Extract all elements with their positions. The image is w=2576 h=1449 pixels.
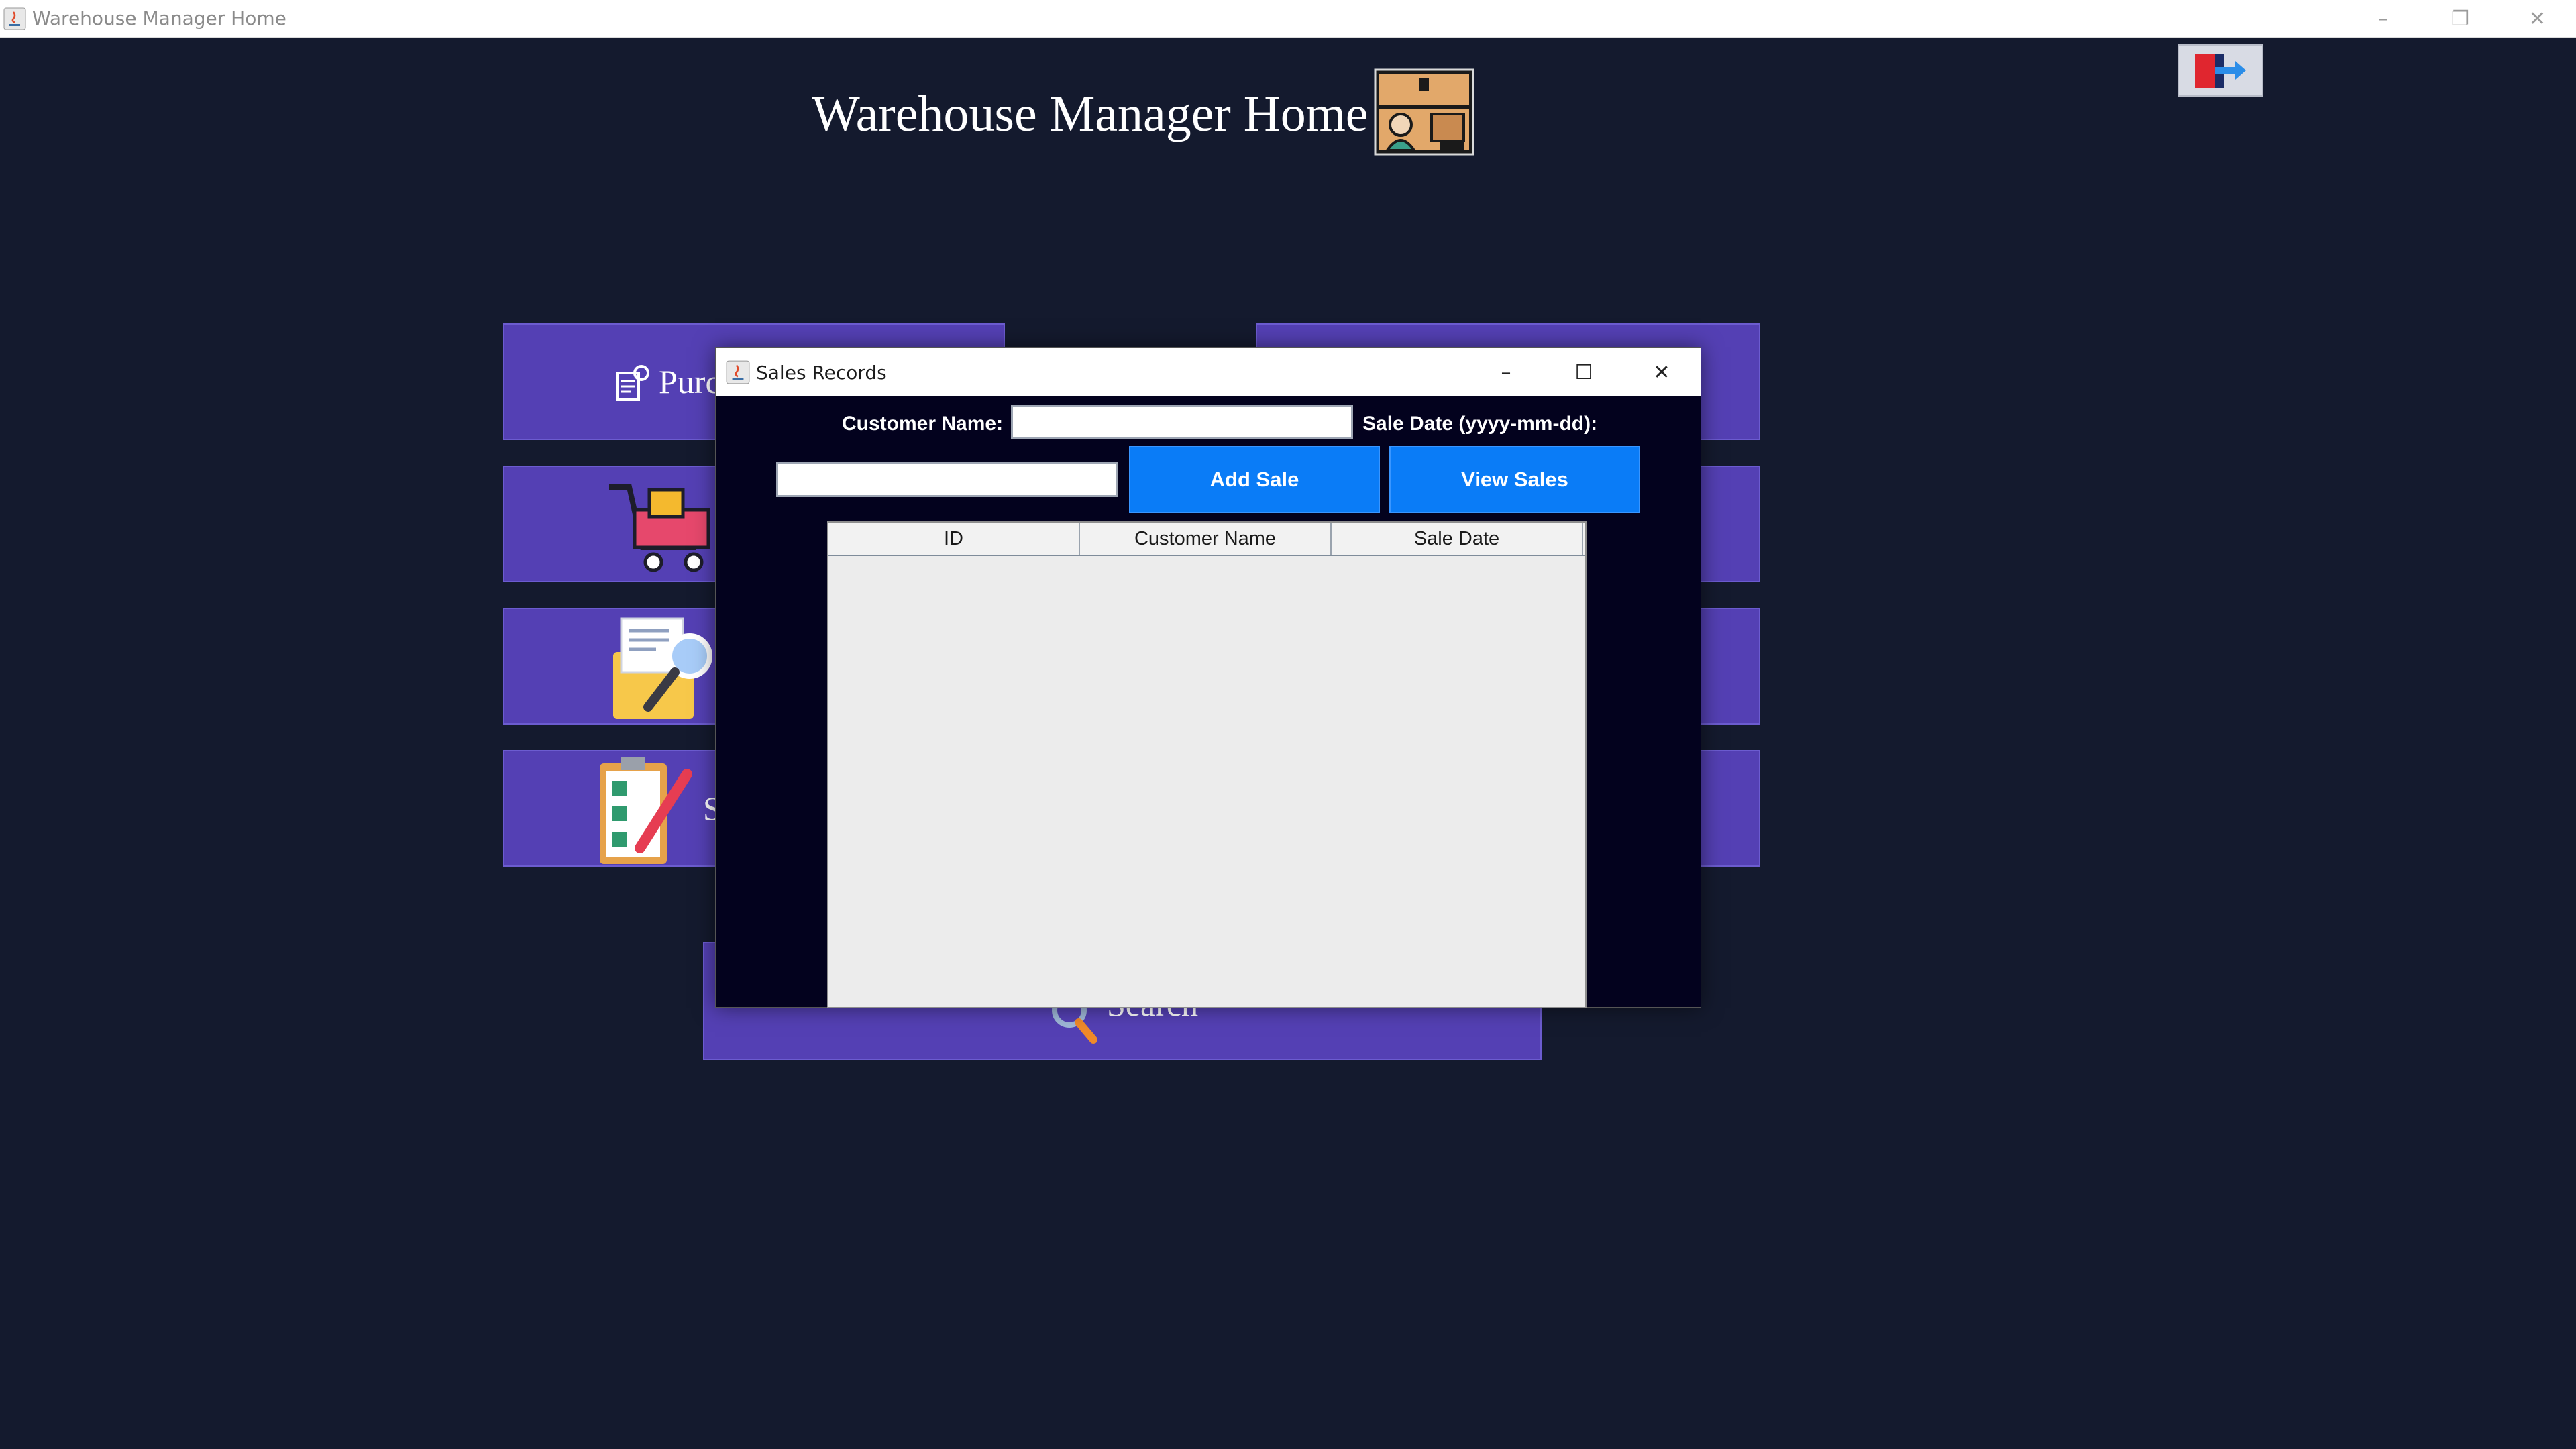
- sales-table-header: ID Customer Name Sale Date: [828, 523, 1585, 556]
- checklist-icon: [600, 757, 692, 864]
- folder-search-icon: [613, 617, 712, 719]
- customer-name-input[interactable]: [1011, 405, 1353, 439]
- home-page-title: Warehouse Manager Home: [812, 86, 1368, 142]
- main-window-title: Warehouse Manager Home: [32, 7, 286, 30]
- main-minimize-button[interactable]: –: [2345, 0, 2422, 38]
- purchase-icon: [616, 365, 649, 401]
- customer-name-label: Customer Name:: [842, 413, 1004, 435]
- dialog-minimize-button[interactable]: –: [1467, 348, 1545, 396]
- dialog-maximize-button[interactable]: ☐: [1545, 348, 1623, 396]
- shopping-cart-icon: [609, 484, 710, 572]
- add-sale-button[interactable]: Add Sale: [1129, 446, 1380, 513]
- main-maximize-button[interactable]: ❐: [2422, 0, 2499, 38]
- column-header-id[interactable]: ID: [828, 523, 1080, 555]
- sales-records-dialog: Sales Records – ☐ ✕ Customer Name: Sale …: [715, 347, 1701, 1008]
- java-app-icon: [726, 360, 750, 384]
- sale-date-input[interactable]: [776, 462, 1118, 497]
- warehouse-manager-icon: [1374, 68, 1474, 156]
- column-header-customer-name[interactable]: Customer Name: [1080, 523, 1332, 555]
- dialog-title: Sales Records: [756, 361, 887, 384]
- logout-button[interactable]: [2178, 44, 2263, 97]
- sales-table[interactable]: ID Customer Name Sale Date: [827, 521, 1587, 1008]
- main-close-button[interactable]: ✕: [2499, 0, 2576, 38]
- sale-date-label: Sale Date (yyyy-mm-dd):: [1362, 413, 1598, 435]
- view-sales-button[interactable]: View Sales: [1389, 446, 1640, 513]
- main-title-bar: Warehouse Manager Home – ❐ ✕: [0, 0, 2576, 38]
- column-header-sale-date[interactable]: Sale Date: [1332, 523, 1583, 555]
- java-app-icon: [3, 7, 26, 30]
- dialog-title-bar: Sales Records – ☐ ✕: [716, 348, 1701, 396]
- logout-icon: [2195, 54, 2246, 88]
- dialog-close-button[interactable]: ✕: [1623, 348, 1701, 396]
- purchase-tile-label: Purc: [659, 363, 720, 400]
